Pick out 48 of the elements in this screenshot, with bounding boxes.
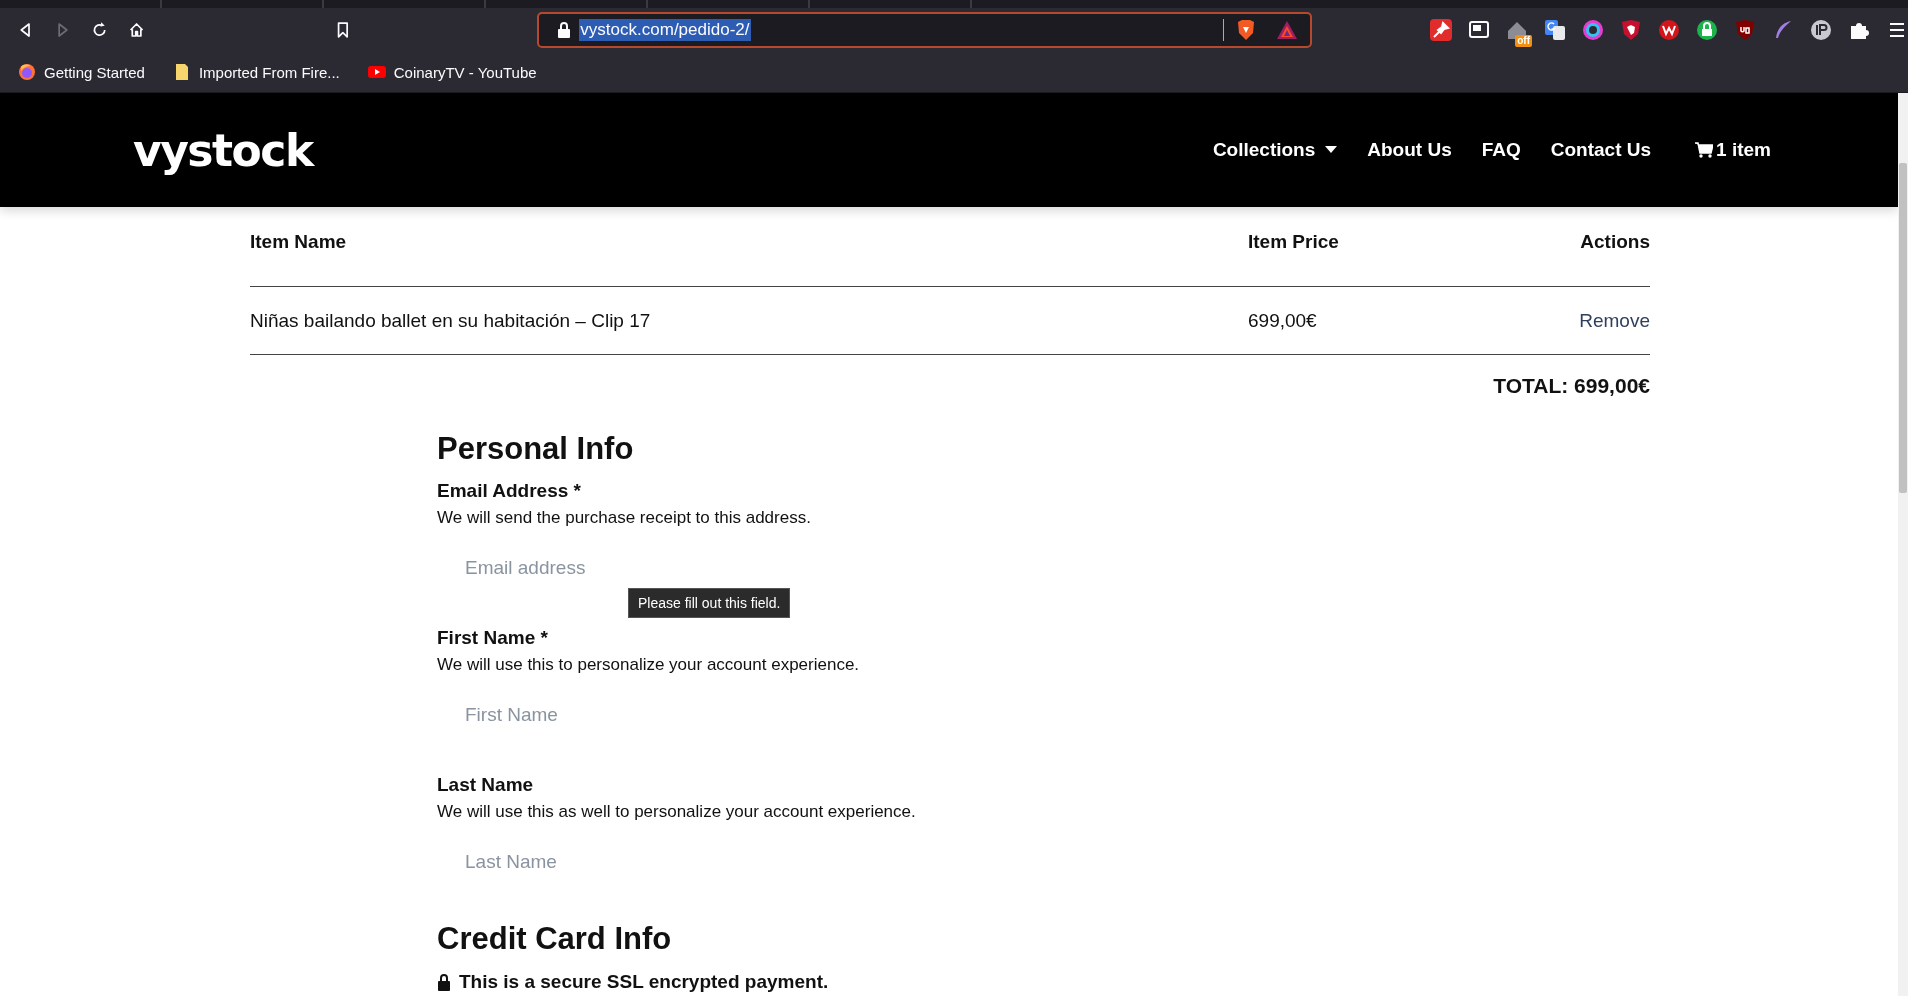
color-ring-icon[interactable] [1582, 19, 1604, 41]
validation-tooltip: Please fill out this field. [628, 588, 791, 618]
nav-link[interactable]: Collections [1212, 139, 1338, 161]
youtube-icon [367, 63, 386, 81]
off-badge: off [1515, 35, 1532, 47]
bookmark-item[interactable]: CoinaryTV - YouTube [367, 63, 537, 81]
nav-link[interactable]: About Us [1367, 139, 1452, 161]
bookmark-item[interactable]: Getting Started [18, 63, 145, 81]
column-header: Item Name [250, 231, 348, 253]
lock-icon [557, 22, 572, 38]
ublock-shield-icon[interactable] [1734, 19, 1756, 41]
translate-icon[interactable] [1544, 19, 1566, 41]
field-help-text: We will use this to personalize your account experience. [437, 654, 861, 676]
home-icon[interactable] [128, 20, 146, 40]
site-logo[interactable]: vystock [133, 124, 313, 176]
picture-in-picture-icon[interactable] [1468, 19, 1490, 41]
scrollbar-thumb[interactable] [1899, 163, 1907, 493]
pin-icon[interactable] [1430, 19, 1452, 41]
field-label: Email Address * [437, 479, 582, 503]
section-heading: Credit Card Info [437, 921, 673, 957]
nav-link[interactable]: Contact Us [1550, 139, 1652, 161]
cart-icon [1695, 142, 1714, 158]
column-header: Actions [1580, 231, 1650, 253]
shield-icon[interactable] [1620, 19, 1642, 41]
field-help-text: We will use this as well to personalize your account experience. [437, 801, 917, 823]
field-label: First Name * [437, 626, 549, 650]
padlock-circle-icon[interactable] [1696, 19, 1718, 41]
section-heading: Personal Info [437, 431, 635, 467]
nav-link[interactable]: FAQ [1481, 139, 1521, 161]
cart-link[interactable]: 1 item [1695, 139, 1771, 161]
w-circle-icon[interactable] [1658, 19, 1680, 41]
bookmark-icon[interactable] [335, 20, 350, 40]
caret-icon [1325, 146, 1338, 154]
url-text: vystock.com/pedido-2/ [579, 19, 751, 41]
item-price: 699,00€ [1248, 309, 1318, 332]
address-bar[interactable]: vystock.com/pedido-2/ [537, 12, 1312, 48]
triangle-icon[interactable] [1276, 20, 1298, 40]
order-total: TOTAL: 699,00€ [1493, 374, 1650, 397]
item-name: Niñas bailando ballet en su habitación – Clip 17 [250, 309, 652, 332]
field-help-text: We will send the purchase receipt to this address. [437, 507, 812, 529]
field-label: Last Name [437, 773, 535, 797]
remove-link[interactable]: Remove [1579, 309, 1650, 332]
ip-circle-icon[interactable] [1810, 19, 1832, 41]
lock-icon [437, 973, 451, 991]
bookmark-item[interactable]: Imported From Fire... [172, 63, 340, 81]
firefox-icon [18, 63, 36, 81]
column-header: Item Price [1248, 231, 1340, 253]
secure-payment-note: This is a secure SSL encrypted payment. [459, 971, 829, 993]
